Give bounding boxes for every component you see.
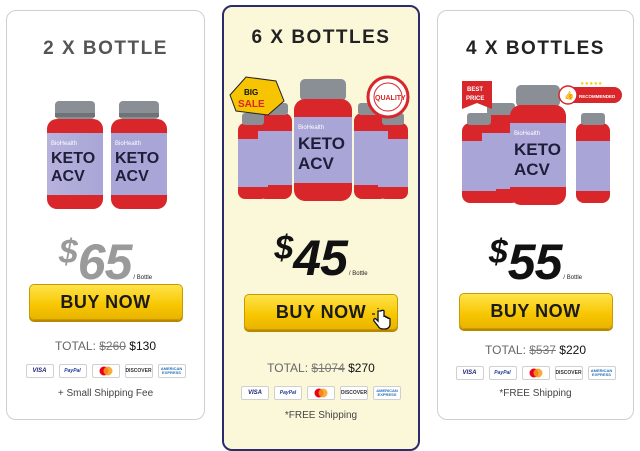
shipping-note: *FREE Shipping	[284, 410, 358, 421]
total-line: TOTAL: $260 $130	[7, 339, 204, 353]
shipping-note: *FREE Shipping	[499, 388, 572, 399]
svg-text:BioHealth: BioHealth	[514, 131, 540, 137]
offer-heading: 4 X BOTTLES	[466, 38, 605, 59]
offer-card-2-bottles: 2 X BOTTLE BioHealth KETO ACV BioHealth …	[6, 10, 205, 420]
discover-icon: DISCOVER	[340, 386, 368, 400]
old-total: $1074	[311, 361, 345, 375]
svg-text:KETO: KETO	[298, 134, 345, 153]
total-label: TOTAL:	[485, 343, 526, 357]
bottles-image: BioHealth KETO ACV BIG SALE QUALITY	[224, 75, 418, 201]
paypal-icon: PayPal	[274, 386, 302, 400]
price-per-bottle: $45/ Bottle	[224, 229, 418, 287]
buy-now-label: BUY NOW	[275, 301, 367, 322]
buy-now-button[interactable]: BUY NOW	[244, 294, 398, 330]
svg-text:BioHealth: BioHealth	[115, 141, 141, 147]
price-amount: 45	[293, 230, 348, 286]
payment-methods: VISA PayPal DISCOVER AMERICAN EXPRESS	[7, 364, 204, 378]
svg-text:BEST: BEST	[467, 87, 483, 93]
best-price-badge: BEST PRICE	[462, 81, 492, 109]
bottles-image: BioHealth KETO ACV BioHealth KETO ACV	[7, 93, 204, 213]
price-per-bottle: $55/ Bottle	[438, 233, 633, 291]
discover-icon: DISCOVER	[554, 366, 583, 380]
svg-text:KETO: KETO	[115, 150, 159, 167]
payment-methods: VISA PayPal DISCOVER AMERICAN EXPRESS	[224, 386, 418, 400]
offer-card-4-bottles: 4 X BOTTLES BioHealth KETO ACV BEST PRIC…	[437, 10, 634, 420]
bottles-image: BioHealth KETO ACV BEST PRICE 👍 RECOMMEN…	[438, 79, 633, 205]
currency-symbol: $	[488, 233, 508, 271]
discover-icon: DISCOVER	[124, 364, 153, 378]
total-line: TOTAL: $537 $220	[438, 343, 633, 357]
svg-text:ACV: ACV	[514, 160, 551, 179]
svg-text:PRICE: PRICE	[466, 96, 484, 102]
shipping-note: + Small Shipping Fee	[57, 388, 154, 399]
price-per-bottle: $65/ Bottle	[7, 233, 204, 291]
price-amount: 65	[77, 234, 133, 290]
svg-text:👍: 👍	[564, 90, 574, 100]
visa-icon: VISA	[455, 366, 484, 380]
currency-symbol: $	[274, 229, 294, 267]
svg-text:ACV: ACV	[51, 168, 85, 185]
svg-text:BIG: BIG	[244, 88, 258, 97]
price-unit: / Bottle	[133, 275, 153, 281]
new-total: $270	[348, 361, 375, 375]
bottle: BioHealth KETO ACV	[510, 85, 566, 205]
new-total: $220	[559, 343, 586, 357]
price-unit: / Bottle	[348, 271, 368, 277]
svg-text:RECOMMENDED: RECOMMENDED	[579, 94, 616, 99]
svg-text:ACV: ACV	[115, 168, 149, 185]
svg-text:ACV: ACV	[298, 154, 335, 173]
paypal-icon: PayPal	[58, 364, 87, 378]
old-total: $260	[99, 339, 126, 353]
bottle: BioHealth KETO ACV	[111, 101, 167, 209]
total-line: TOTAL: $1074 $270	[224, 361, 418, 375]
svg-text:SALE: SALE	[238, 99, 265, 110]
pointer-hand-icon	[369, 308, 393, 337]
amex-icon: AMERICAN EXPRESS	[373, 386, 401, 400]
offer-heading: 2 X BOTTLE	[43, 38, 168, 59]
svg-text:BioHealth: BioHealth	[51, 141, 77, 147]
total-label: TOTAL:	[267, 361, 309, 375]
visa-icon: VISA	[25, 364, 54, 378]
svg-text:QUALITY: QUALITY	[375, 95, 406, 102]
currency-symbol: $	[58, 233, 78, 271]
new-total: $130	[129, 339, 156, 353]
svg-text:★★★★★: ★★★★★	[580, 81, 603, 87]
payment-methods: VISA PayPal DISCOVER AMERICAN EXPRESS	[438, 366, 633, 380]
mastercard-icon	[307, 386, 335, 400]
buy-now-button[interactable]: BUY NOW	[458, 293, 613, 329]
recommended-badge: 👍 RECOMMENDED ★★★★★	[558, 81, 622, 105]
price-amount: 55	[507, 234, 563, 290]
svg-text:KETO: KETO	[51, 150, 95, 167]
svg-text:KETO: KETO	[514, 140, 561, 159]
old-total: $537	[529, 343, 556, 357]
offer-heading: 6 X BOTTLES	[251, 27, 391, 48]
paypal-icon: PayPal	[488, 366, 517, 380]
mastercard-icon	[521, 366, 550, 380]
bottle: BioHealth KETO ACV	[294, 79, 352, 201]
buy-now-button[interactable]: BUY NOW	[28, 284, 183, 320]
svg-text:BioHealth: BioHealth	[298, 125, 324, 131]
mastercard-icon	[91, 364, 120, 378]
offer-card-6-bottles: 6 X BOTTLES BioHealth KETO ACV BIG SALE …	[222, 5, 420, 451]
price-unit: / Bottle	[563, 275, 583, 281]
total-label: TOTAL:	[55, 339, 96, 353]
amex-icon: AMERICAN EXPRESS	[587, 366, 616, 380]
amex-icon: AMERICAN EXPRESS	[157, 364, 186, 378]
visa-icon: VISA	[241, 386, 269, 400]
bottle: BioHealth KETO ACV	[47, 101, 103, 209]
quality-seal: QUALITY	[366, 75, 410, 119]
